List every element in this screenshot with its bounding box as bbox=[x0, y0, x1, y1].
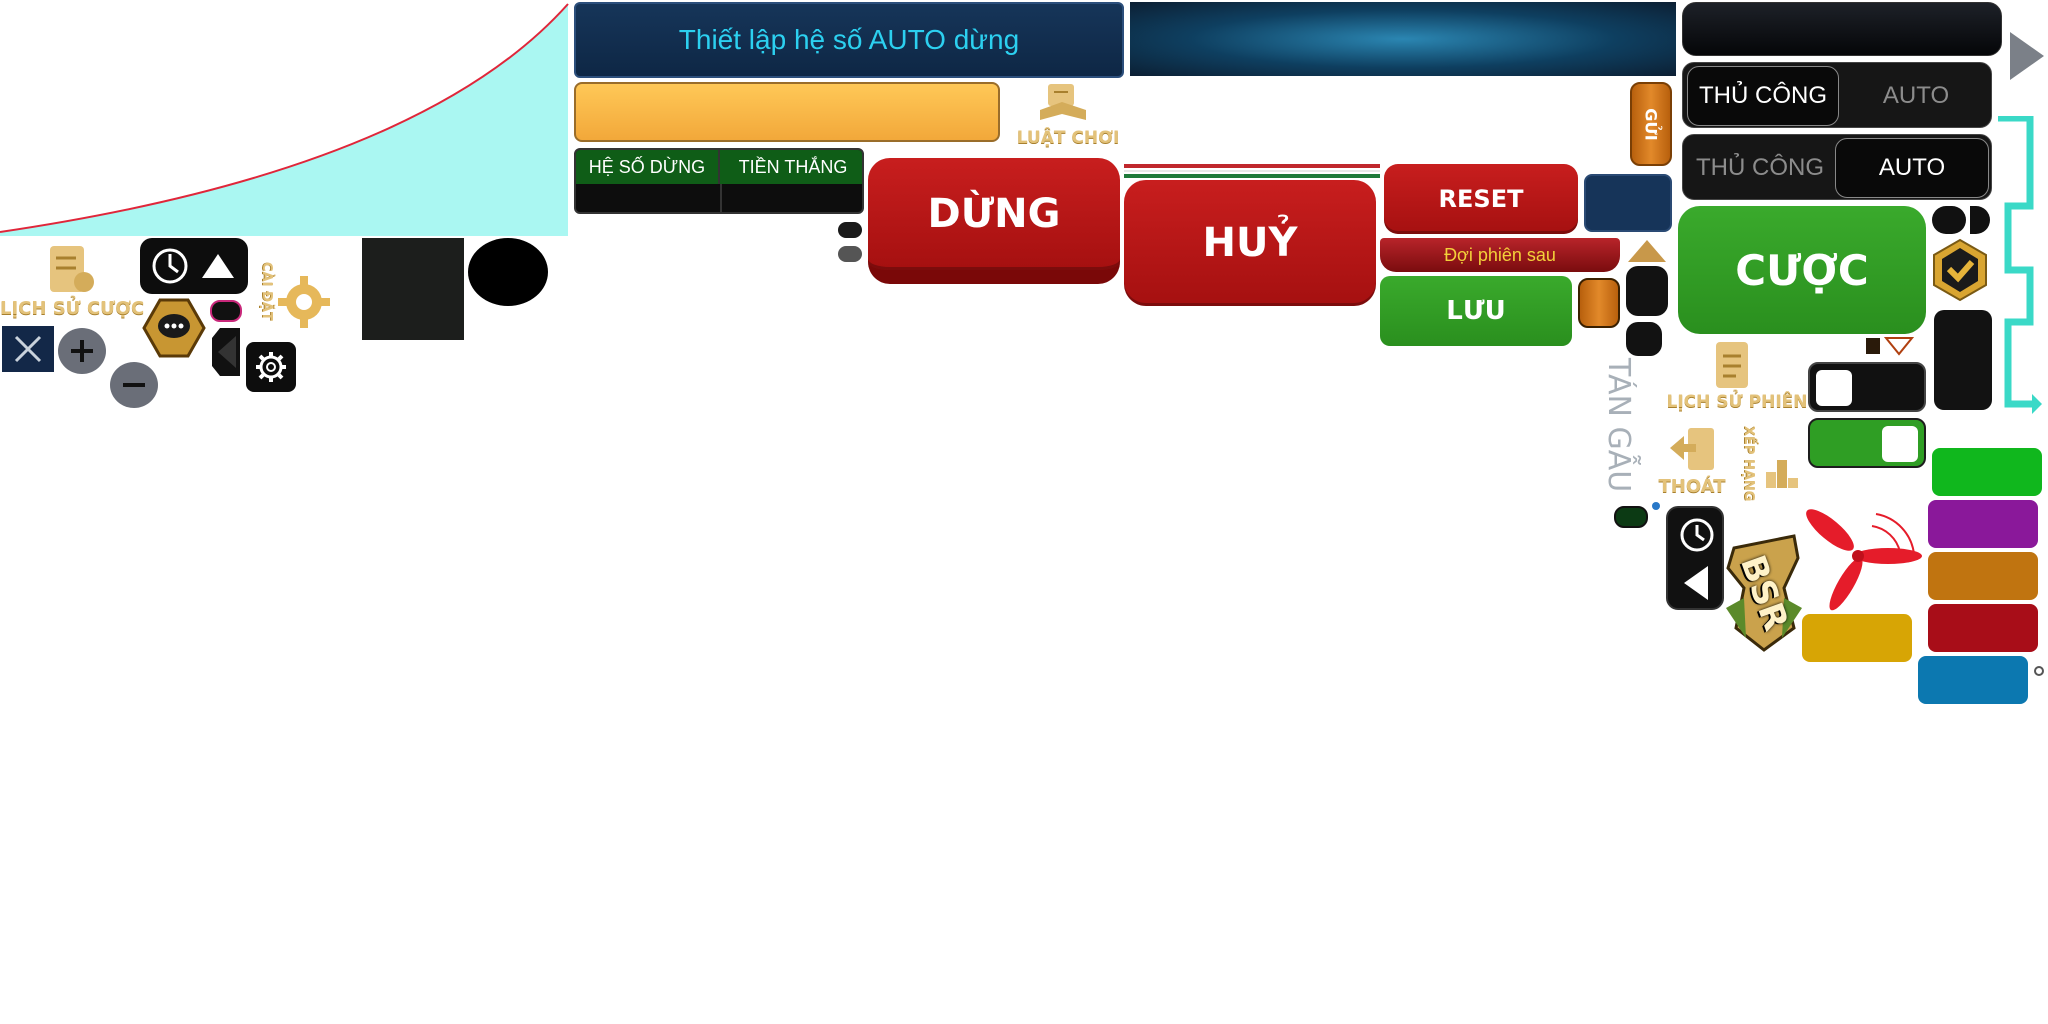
table-header-multiplier: HỆ SỐ DỪNG bbox=[576, 150, 720, 184]
document-icon bbox=[50, 246, 94, 292]
bet-history-label[interactable]: LỊCH SỬ CƯỢC bbox=[0, 298, 144, 322]
divider-green bbox=[1124, 174, 1380, 178]
game-logo: BSR bbox=[1724, 528, 1804, 658]
orange-mini-button[interactable] bbox=[1578, 278, 1620, 328]
plus-button[interactable] bbox=[58, 328, 106, 374]
auto-stop-title: Thiết lập hệ số AUTO dừng bbox=[574, 2, 1124, 78]
minus-button[interactable] bbox=[110, 362, 158, 408]
propeller-icon bbox=[1806, 509, 1922, 611]
divider-white bbox=[1124, 170, 1380, 172]
history-back-panel[interactable] bbox=[1666, 506, 1724, 610]
swatch-orange bbox=[1928, 552, 2038, 600]
switch-on[interactable] bbox=[1808, 418, 1926, 468]
bet-amount-input[interactable] bbox=[574, 82, 1000, 142]
dark-blob bbox=[1970, 206, 1990, 234]
gear-icon bbox=[256, 352, 286, 382]
close-button[interactable] bbox=[2, 326, 54, 372]
clock-icon bbox=[152, 248, 188, 284]
gear-icon bbox=[278, 276, 330, 328]
ranking-tab[interactable]: XẾP HẠNG bbox=[1736, 426, 1760, 526]
settings-button[interactable] bbox=[246, 342, 296, 392]
glow-panel bbox=[1130, 2, 1676, 76]
history-toggle-button[interactable] bbox=[140, 238, 248, 294]
swatch-purple bbox=[1928, 500, 2038, 548]
manual-option[interactable]: THỦ CÔNG bbox=[1687, 66, 1839, 126]
divider-red bbox=[1124, 164, 1380, 168]
side-tab[interactable] bbox=[210, 326, 242, 378]
caret-up-icon[interactable] bbox=[1626, 238, 1668, 264]
clock-icon bbox=[1680, 518, 1714, 552]
round-history-label[interactable]: LỊCH SỬ PHIÊN bbox=[1664, 392, 1810, 416]
manual-option[interactable]: THỦ CÔNG bbox=[1687, 138, 1833, 198]
plus-icon bbox=[71, 340, 93, 362]
settings-tab[interactable]: CÀI ĐẶT bbox=[256, 262, 276, 342]
ranking-label: XẾP HẠNG bbox=[1741, 426, 1756, 502]
exit-label[interactable]: THOÁT bbox=[1652, 476, 1732, 500]
triangle-play-icon[interactable] bbox=[2008, 30, 2046, 82]
exit-icon bbox=[1670, 428, 1714, 470]
next-round-banner: Đợi phiên sau bbox=[1380, 238, 1620, 272]
stop-table: HỆ SỐ DỪNG TIỀN THẮNG bbox=[574, 148, 864, 214]
back-arrow-icon bbox=[1684, 566, 1708, 600]
caret-up-icon bbox=[202, 254, 234, 278]
stop-button[interactable]: DỪNG bbox=[868, 158, 1120, 284]
bet-button[interactable]: CƯỢC bbox=[1678, 206, 1926, 334]
teal-bracket bbox=[1998, 116, 2042, 414]
swatch-blue bbox=[1918, 656, 2028, 704]
minus-icon bbox=[123, 383, 145, 387]
small-pill bbox=[838, 222, 862, 238]
chat-badge bbox=[1614, 506, 1648, 528]
send-button[interactable]: GỬI bbox=[1630, 82, 1672, 166]
dark-pill bbox=[1626, 322, 1662, 356]
table-header-winnings: TIỀN THẮNG bbox=[720, 150, 862, 184]
notification-badge bbox=[210, 300, 242, 322]
mode-toggle-manual-active[interactable]: THỦ CÔNG AUTO bbox=[1682, 62, 1992, 128]
swatch-red bbox=[1928, 604, 2038, 652]
document-icon bbox=[1716, 342, 1748, 388]
settings-label: CÀI ĐẶT bbox=[259, 262, 274, 321]
caret-down-icon bbox=[1884, 337, 1914, 356]
black-circle bbox=[468, 238, 548, 306]
mode-toggle-auto-active[interactable]: THỦ CÔNG AUTO bbox=[1682, 134, 1992, 200]
small-pill bbox=[838, 246, 862, 262]
auto-option[interactable]: AUTO bbox=[1843, 66, 1989, 126]
dark-blob bbox=[1932, 206, 1966, 234]
chat-tab[interactable]: TÁN GẪU bbox=[1596, 358, 1652, 508]
dot bbox=[1652, 502, 1660, 510]
close-icon bbox=[14, 335, 42, 363]
chat-icon[interactable] bbox=[142, 298, 206, 358]
auto-option[interactable]: AUTO bbox=[1835, 138, 1989, 198]
switch-off[interactable] bbox=[1808, 362, 1926, 412]
dot bbox=[2034, 666, 2044, 676]
small-square bbox=[1866, 338, 1880, 354]
dark-bar bbox=[1682, 2, 2002, 56]
navy-button[interactable] bbox=[1584, 174, 1672, 232]
chat-label: TÁN GẪU bbox=[1601, 358, 1636, 493]
multiplier-curve bbox=[0, 3, 569, 236]
dark-panel bbox=[1934, 310, 1992, 410]
save-button[interactable]: LƯU bbox=[1380, 276, 1572, 346]
send-label: GỬI bbox=[1641, 107, 1661, 141]
book-icon bbox=[1040, 84, 1086, 120]
check-icon[interactable] bbox=[1932, 238, 1988, 302]
swatch-yellow bbox=[1802, 614, 1912, 662]
ranking-icon bbox=[1766, 460, 1798, 488]
reset-button[interactable]: RESET bbox=[1384, 164, 1578, 234]
dark-square bbox=[362, 238, 464, 340]
cancel-button[interactable]: HUỶ bbox=[1124, 180, 1376, 306]
swatch-green bbox=[1932, 448, 2042, 496]
dark-pill bbox=[1626, 266, 1668, 316]
rules-label[interactable]: LUẬT CHƠI bbox=[1006, 128, 1130, 152]
